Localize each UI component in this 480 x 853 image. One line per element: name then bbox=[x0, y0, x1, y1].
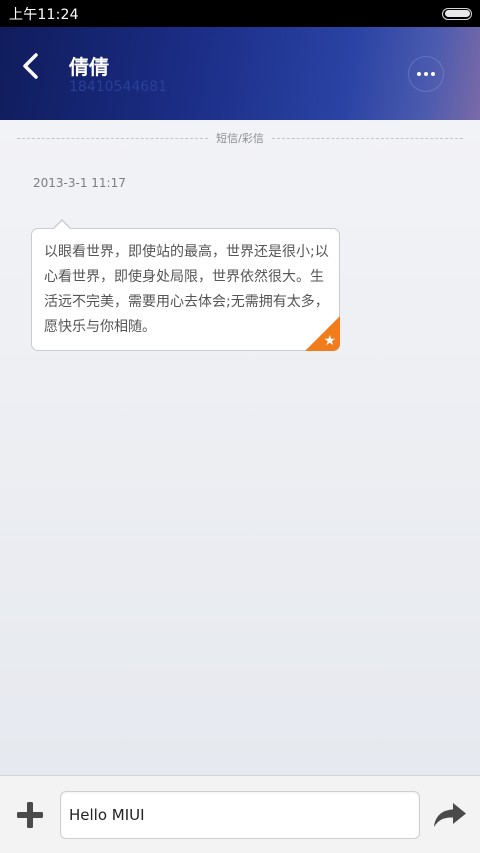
received-message-bubble[interactable]: 以眼看世界，即使站的最高，世界还是很小;以心看世界，即使身处局限，世界依然很大。… bbox=[31, 219, 340, 351]
contact-phone-number: 18410544681 bbox=[69, 79, 167, 95]
share-arrow-icon bbox=[434, 803, 466, 827]
message-input[interactable] bbox=[60, 791, 420, 839]
message-timestamp: 2013-3-1 11:17 bbox=[33, 176, 126, 190]
conversation-header: 倩倩 18410544681 bbox=[0, 27, 480, 120]
message-thread[interactable]: 短信/彩信 2013-3-1 11:17 以眼看世界，即使站的最高，世界还是很小… bbox=[0, 120, 480, 775]
status-bar: 上午11:24 bbox=[0, 0, 480, 27]
starred-badge: ★ bbox=[305, 316, 340, 351]
thread-type-divider: 短信/彩信 bbox=[17, 130, 463, 146]
more-dot bbox=[431, 72, 435, 76]
composer-bar bbox=[0, 775, 480, 853]
contact-name: 倩倩 bbox=[69, 55, 109, 79]
divider-line bbox=[17, 137, 209, 139]
thread-type-label: 短信/彩信 bbox=[216, 132, 264, 145]
divider-line bbox=[271, 137, 463, 139]
more-horizontal-icon bbox=[417, 72, 421, 76]
add-attachment-button[interactable] bbox=[13, 800, 47, 830]
back-button[interactable] bbox=[14, 49, 48, 83]
battery-level bbox=[444, 10, 470, 17]
status-time: 上午11:24 bbox=[9, 6, 79, 23]
send-button[interactable] bbox=[432, 800, 468, 830]
more-dot bbox=[424, 72, 428, 76]
chevron-left-icon bbox=[23, 53, 38, 79]
message-text: 以眼看世界，即使站的最高，世界还是很小;以心看世界，即使身处局限，世界依然很大。… bbox=[44, 244, 329, 335]
more-options-button[interactable] bbox=[408, 56, 444, 92]
star-icon: ★ bbox=[323, 333, 336, 349]
plus-icon bbox=[17, 802, 43, 828]
battery-icon bbox=[442, 7, 472, 20]
